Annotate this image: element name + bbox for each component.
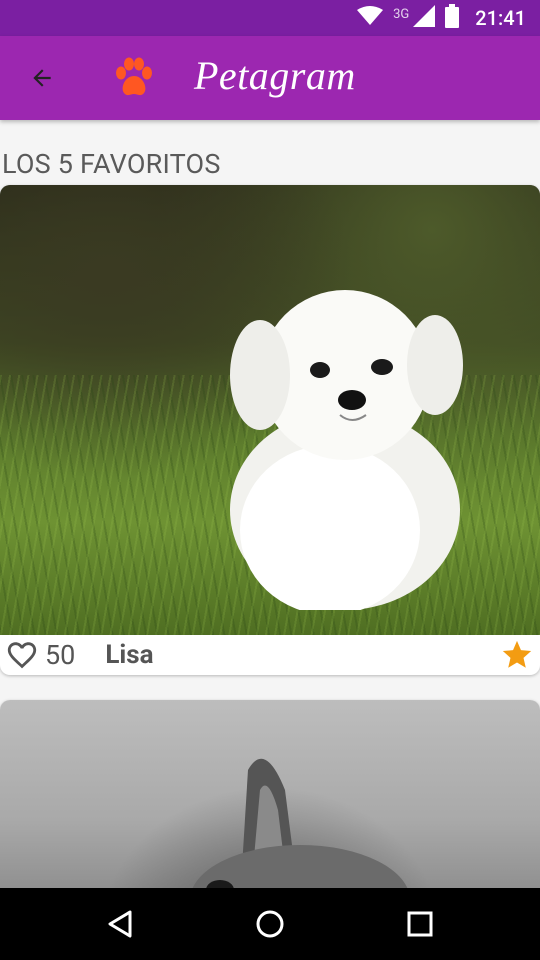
battery-icon: [445, 4, 460, 32]
white-puppy-image: [230, 290, 463, 610]
pet-card: [0, 700, 540, 900]
like-button[interactable]: [5, 638, 39, 672]
likes-count: 50: [45, 639, 76, 671]
section-title: LOS 5 FAVORITOS: [2, 148, 221, 180]
star-icon: [502, 640, 532, 668]
gray-dog-image: [190, 758, 410, 900]
clock: 21:41: [475, 6, 526, 30]
paw-icon: [112, 56, 156, 100]
triangle-back-icon: [108, 910, 132, 938]
circle-home-icon: [256, 910, 284, 938]
pet-photo: [0, 700, 540, 900]
pet-card: 50 Lisa: [0, 185, 540, 675]
back-button[interactable]: [22, 58, 62, 98]
nav-home-button[interactable]: [252, 906, 288, 942]
square-recents-icon: [407, 911, 433, 937]
status-bar: 3G 21:41: [0, 0, 540, 36]
nav-back-button[interactable]: [102, 906, 138, 942]
favorite-button[interactable]: [500, 638, 534, 672]
network-type: 3G: [393, 6, 410, 22]
app-bar: Petagram: [0, 36, 540, 120]
navigation-bar: [0, 888, 540, 960]
wifi-icon: [357, 6, 384, 30]
arrow-left-icon: [33, 69, 51, 87]
card-footer: 50 Lisa: [0, 635, 540, 675]
app-title: Petagram: [194, 53, 356, 98]
heart-outline-icon: [7, 642, 37, 669]
signal-icon: [413, 5, 436, 31]
pet-photo: [0, 185, 540, 635]
pet-name: Lisa: [105, 640, 154, 670]
nav-recents-button[interactable]: [402, 906, 438, 942]
